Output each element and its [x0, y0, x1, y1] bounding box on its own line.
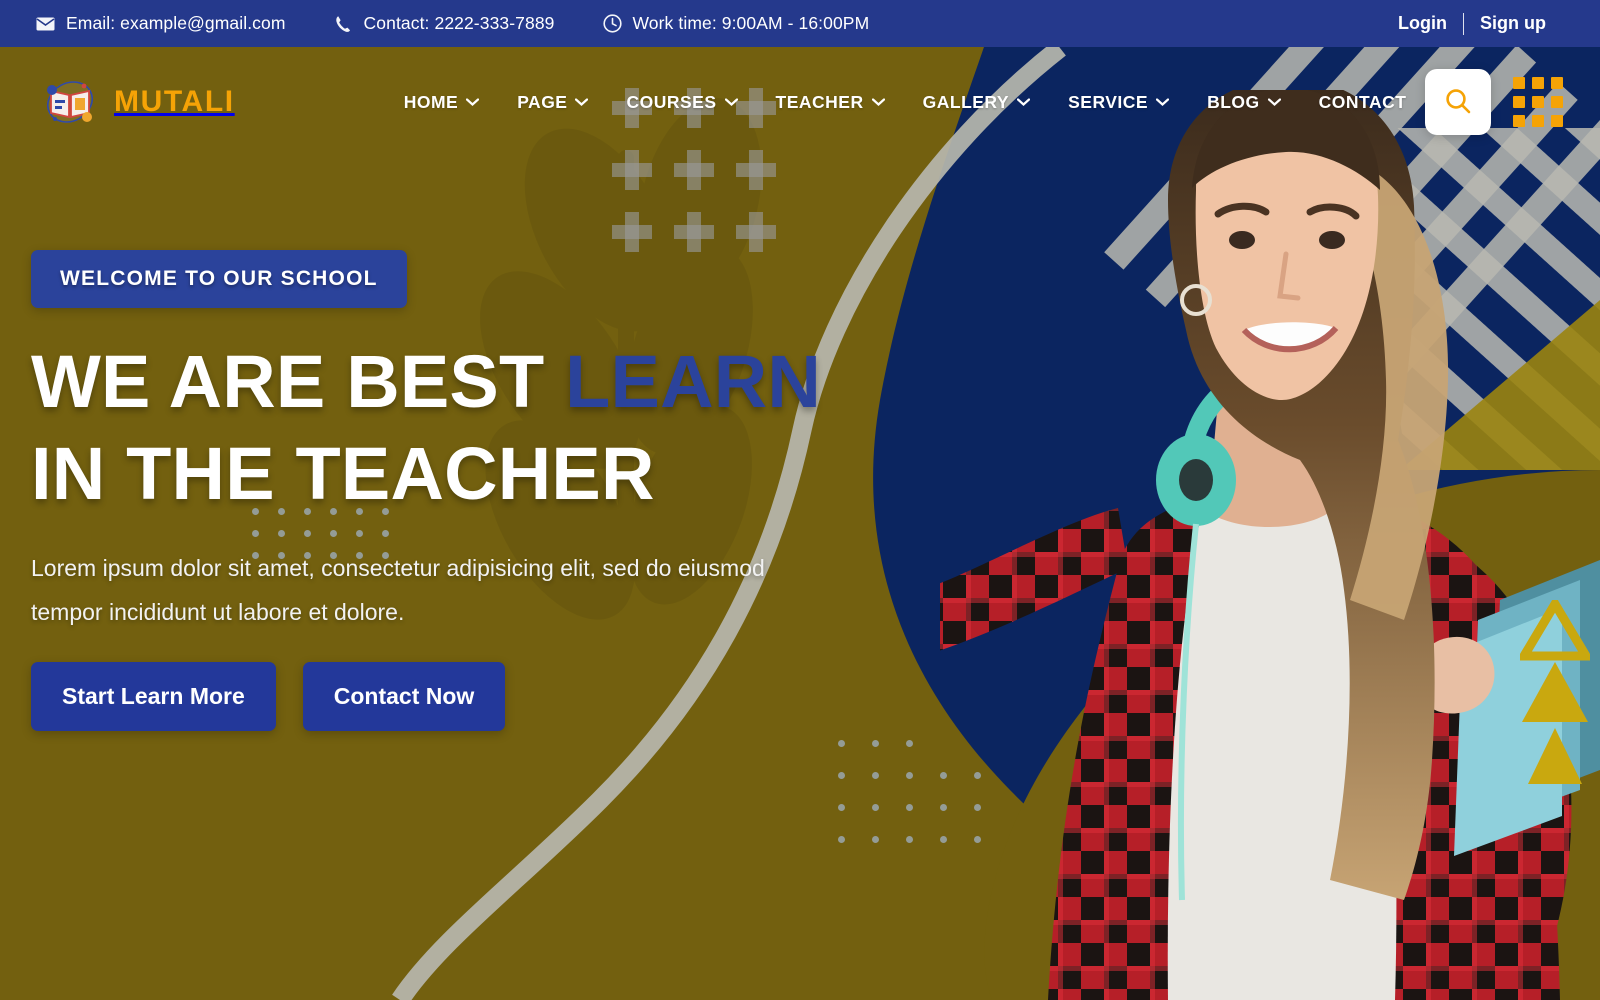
headline-line-2: IN THE TEACHER [31, 431, 655, 515]
top-utility-bar: Email: example@gmail.com Contact: 2222-3… [0, 0, 1600, 47]
headline-text-a: WE ARE BEST [31, 340, 566, 423]
nav-item-contact[interactable]: CONTACT [1300, 92, 1426, 113]
nav-label: CONTACT [1318, 91, 1407, 112]
nav-item-service[interactable]: SERVICE [1049, 92, 1188, 113]
topbar-email[interactable]: Email: example@gmail.com [36, 13, 286, 34]
header-actions [1425, 69, 1577, 135]
topbar-account-group: Login Sign up [1382, 12, 1562, 35]
brand-logo[interactable]: MUTALI [40, 72, 235, 132]
site-header: MUTALI HOME PAGE COURSES TEACHER GALLERY [0, 47, 1600, 157]
chevron-down-icon [575, 98, 589, 106]
topbar-email-text: Email: example@gmail.com [66, 13, 286, 33]
search-icon [1444, 87, 1472, 118]
topbar-contact-group: Email: example@gmail.com Contact: 2222-3… [36, 13, 917, 34]
nav-label: GALLERY [922, 91, 1010, 112]
search-button[interactable] [1425, 69, 1492, 135]
nav-label: TEACHER [775, 91, 864, 112]
chevron-down-icon [466, 98, 480, 106]
hero-lead-paragraph: Lorem ipsum dolor sit amet, consectetur … [31, 554, 765, 625]
chevron-down-icon [1267, 98, 1281, 106]
chevron-down-icon [1017, 98, 1031, 106]
login-link[interactable]: Login [1382, 13, 1463, 34]
contact-now-button[interactable]: Contact Now [302, 661, 506, 731]
headline-line-1: WE ARE BEST LEARN [31, 336, 861, 428]
start-learn-more-button[interactable]: Start Learn More [31, 661, 276, 731]
nav-item-teacher[interactable]: TEACHER [757, 92, 904, 113]
nav-item-gallery[interactable]: GALLERY [904, 92, 1049, 113]
chevron-down-icon [871, 98, 885, 106]
nav-label: SERVICE [1068, 91, 1149, 112]
signup-link[interactable]: Sign up [1464, 13, 1562, 34]
nav-item-blog[interactable]: BLOG [1188, 92, 1300, 113]
open-book-icon [40, 72, 100, 132]
nav-label: PAGE [517, 91, 568, 112]
topbar-worktime: Work time: 9:00AM - 16:00PM [602, 13, 870, 34]
dot-grid-lower [838, 740, 1018, 843]
hero-cta-row: Start Learn More Contact Now [31, 661, 861, 731]
brand-name: MUTALI [114, 85, 235, 118]
nav-label: COURSES [626, 91, 717, 112]
envelope-icon [36, 14, 55, 33]
hero-badge: WELCOME TO OUR SCHOOL [31, 250, 407, 308]
chevron-down-icon [1156, 98, 1170, 106]
main-navigation: HOME PAGE COURSES TEACHER GALLERY SERVIC… [385, 92, 1426, 113]
topbar-divider [1463, 12, 1464, 35]
hero-content: WELCOME TO OUR SCHOOL WE ARE BEST LEARN … [31, 250, 861, 731]
nav-item-courses[interactable]: COURSES [607, 92, 756, 113]
chevron-down-icon [724, 98, 738, 106]
topbar-contact-text: Contact: 2222-333-7889 [363, 13, 555, 33]
nav-item-page[interactable]: PAGE [498, 92, 607, 113]
nav-label: HOME [403, 91, 459, 112]
nav-label: BLOG [1207, 91, 1260, 112]
triangle-stack [1520, 600, 1590, 784]
headline-accent: LEARN [565, 340, 822, 423]
hero-headline: WE ARE BEST LEARN IN THE TEACHER [31, 336, 861, 520]
clock-icon [602, 14, 622, 33]
grid-menu-icon[interactable] [1513, 77, 1564, 127]
topbar-worktime-text: Work time: 9:00AM - 16:00PM [632, 13, 870, 33]
phone-icon [334, 14, 353, 33]
topbar-contact[interactable]: Contact: 2222-333-7889 [334, 13, 555, 34]
nav-item-home[interactable]: HOME [385, 92, 499, 113]
hero-page: Email: example@gmail.com Contact: 2222-3… [0, 0, 1600, 1000]
